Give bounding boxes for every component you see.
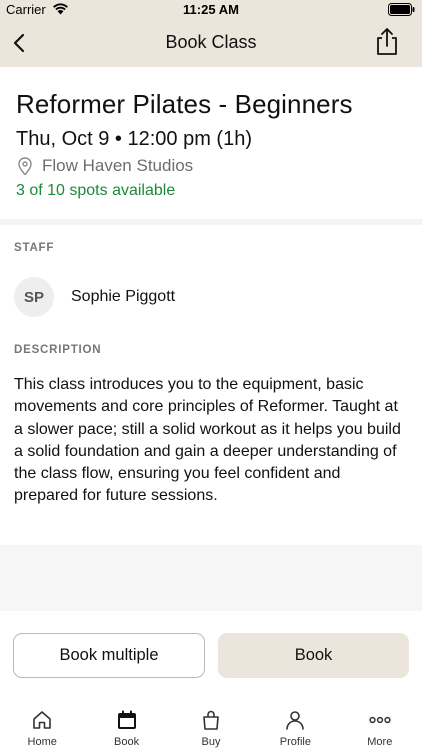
class-header: Reformer Pilates - Beginners Thu, Oct 9 … [0, 67, 422, 219]
staff-section-label: STAFF [14, 242, 55, 254]
battery-icon [388, 3, 416, 16]
description-section-label: DESCRIPTION [14, 344, 102, 356]
bag-icon [203, 710, 219, 730]
tab-home[interactable]: Home [0, 694, 84, 750]
tab-more[interactable]: More [338, 694, 422, 750]
tab-bar: Home Book Buy Profile More [0, 694, 422, 750]
class-description: This class introduces you to the equipme… [14, 376, 401, 505]
tab-buy[interactable]: Buy [169, 694, 253, 750]
tab-label-buy: Buy [201, 736, 221, 748]
top-bar: Carrier 11:25 AM Book Class [0, 0, 422, 67]
class-title: Reformer Pilates - Beginners [16, 89, 353, 119]
tab-book[interactable]: Book [84, 694, 168, 750]
page-title: Book Class [165, 32, 257, 52]
navigation-bar: Book Class [0, 20, 422, 67]
class-datetime: Thu, Oct 9 • 12:00 pm (1h) [16, 128, 252, 150]
calendar-icon [117, 710, 136, 729]
more-icon [369, 716, 391, 724]
location-name: Flow Haven Studios [42, 156, 194, 175]
tab-label-profile: Profile [279, 736, 311, 748]
tab-label-book: Book [114, 736, 140, 748]
home-icon [33, 711, 51, 729]
staff-avatar: SP [14, 277, 54, 317]
book-button[interactable]: Book [218, 633, 409, 678]
profile-icon [286, 711, 305, 730]
book-multiple-button[interactable]: Book multiple [13, 633, 205, 678]
share-icon [377, 28, 397, 55]
status-time: 11:25 AM [183, 2, 239, 17]
share-button[interactable] [374, 25, 400, 57]
spacer-area [0, 545, 422, 611]
section-divider [0, 219, 422, 225]
tab-profile[interactable]: Profile [253, 694, 337, 750]
location-pin-icon [18, 157, 32, 176]
status-bar: Carrier 11:25 AM [0, 0, 422, 20]
tab-label-more: More [367, 736, 393, 748]
spots-available: 3 of 10 spots available [16, 182, 176, 199]
staff-name: Sophie Piggott [71, 288, 176, 305]
class-location: Flow Haven Studios [16, 155, 193, 177]
tab-label-home: Home [27, 736, 57, 748]
